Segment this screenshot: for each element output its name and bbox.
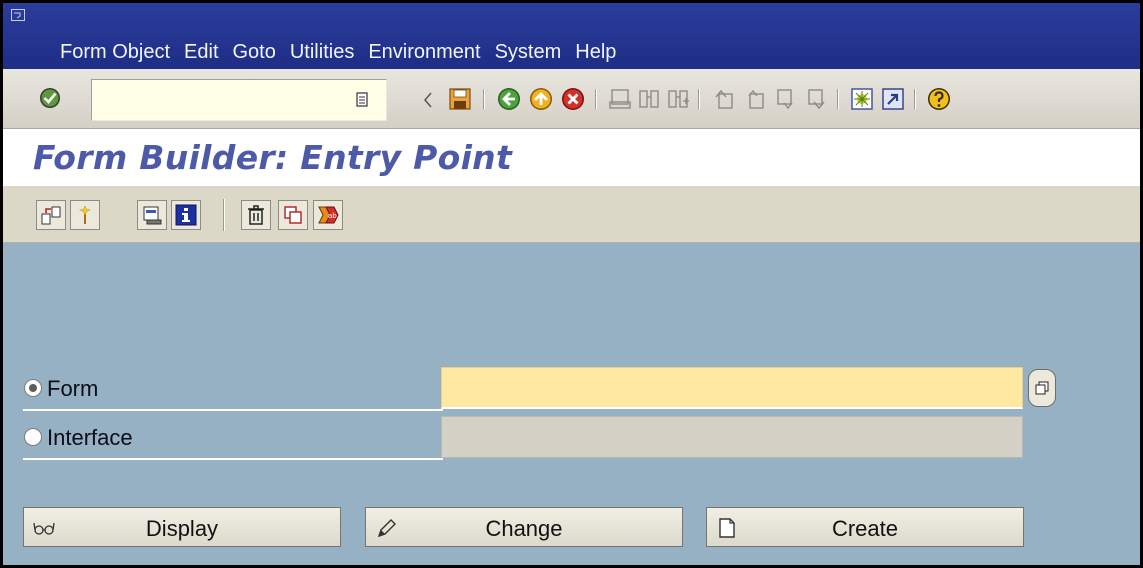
menu-goto[interactable]: Goto: [233, 41, 276, 64]
find-icon[interactable]: [636, 86, 662, 112]
svg-text:ab: ab: [328, 212, 337, 220]
menu-edit[interactable]: Edit: [184, 41, 218, 64]
help-icon[interactable]: [926, 86, 952, 112]
print-preview-icon[interactable]: [137, 200, 167, 230]
form-name-input[interactable]: [441, 367, 1023, 409]
interface-radio[interactable]: [24, 428, 42, 446]
delete-icon[interactable]: [241, 200, 271, 230]
back-icon[interactable]: [496, 86, 522, 112]
application-toolbar: ab: [3, 187, 1140, 243]
title-bar: Form Builder: Entry Point: [3, 129, 1140, 187]
interface-name-input: [441, 416, 1023, 458]
menu-items: Form Object Edit Goto Utilities Environm…: [60, 41, 630, 64]
rename-icon[interactable]: ab: [313, 200, 343, 230]
save-icon[interactable]: [447, 86, 473, 112]
interface-radio-label: Interface: [47, 425, 133, 450]
menu-form-object[interactable]: Form Object: [60, 41, 170, 64]
form-radio-label: Form: [47, 376, 99, 401]
display-button-label: Display: [145, 516, 219, 541]
copy-icon[interactable]: [278, 200, 308, 230]
cancel-icon[interactable]: [560, 86, 586, 112]
enter-check-icon[interactable]: [37, 85, 63, 111]
first-page-icon[interactable]: [711, 86, 737, 112]
create-session-icon[interactable]: [849, 86, 875, 112]
create-button[interactable]: Create: [706, 507, 1024, 547]
menu-utilities[interactable]: Utilities: [290, 41, 354, 64]
find-next-icon[interactable]: [665, 86, 691, 112]
last-page-icon[interactable]: [804, 86, 830, 112]
value-help-icon[interactable]: [1028, 369, 1056, 407]
info-icon[interactable]: [171, 200, 201, 230]
command-history-icon[interactable]: [353, 90, 371, 110]
next-page-icon[interactable]: [773, 86, 799, 112]
radio-row-interface: Interface: [23, 416, 443, 460]
window-menu-icon[interactable]: [11, 9, 25, 21]
change-button-label: Change: [485, 516, 563, 541]
menu-bar: Form Object Edit Goto Utilities Environm…: [3, 3, 1140, 69]
other-object-icon[interactable]: [36, 200, 66, 230]
create-button-label: Create: [831, 516, 899, 541]
command-field[interactable]: [91, 79, 387, 121]
radio-row-form: Form: [23, 367, 443, 411]
page-title: Form Builder: Entry Point: [33, 138, 513, 177]
standard-toolbar: [3, 69, 1140, 129]
sap-window: Form Object Edit Goto Utilities Environm…: [0, 0, 1143, 568]
previous-page-icon[interactable]: [742, 86, 768, 112]
menu-system[interactable]: System: [495, 41, 562, 64]
collapse-arrow-icon[interactable]: [415, 87, 441, 113]
shortcut-icon[interactable]: [880, 86, 906, 112]
change-button[interactable]: Change: [365, 507, 683, 547]
content-area: Form Interface Display Change Create: [3, 243, 1140, 565]
menu-environment[interactable]: Environment: [368, 41, 480, 64]
exit-icon[interactable]: [528, 86, 554, 112]
test-icon[interactable]: [70, 200, 100, 230]
form-radio[interactable]: [24, 379, 42, 397]
print-icon[interactable]: [607, 86, 633, 112]
display-button[interactable]: Display: [23, 507, 341, 547]
menu-help[interactable]: Help: [575, 41, 616, 64]
